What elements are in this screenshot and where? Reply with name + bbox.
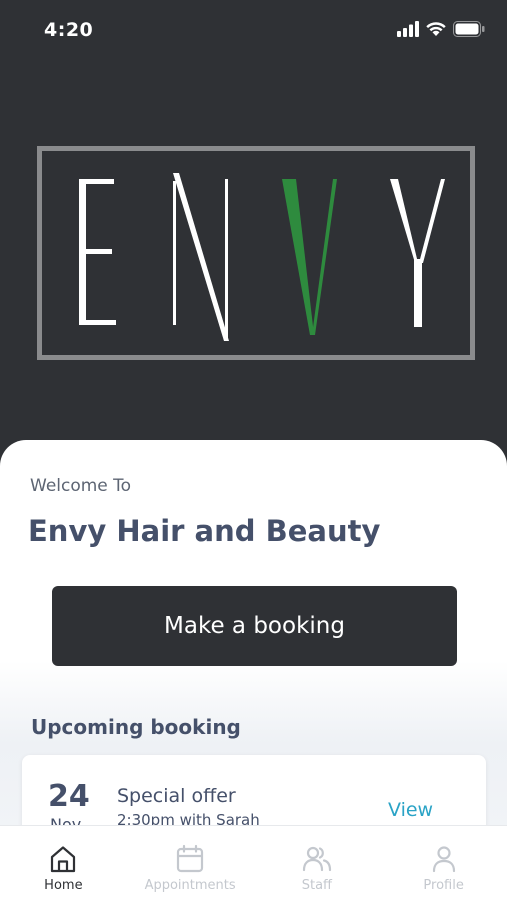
tab-appointments-label: Appointments (144, 878, 236, 893)
logo-letter-y (390, 179, 445, 327)
envy-logo (37, 146, 475, 360)
booking-day: 24 (48, 779, 90, 814)
make-booking-button[interactable]: Make a booking (52, 586, 457, 666)
tab-bar: Home Appointments Staff Profile (0, 825, 507, 900)
status-bar: 4:20 (0, 0, 507, 62)
tab-staff-label: Staff (301, 878, 333, 893)
users-icon (302, 846, 331, 872)
logo-letter-v (282, 179, 337, 335)
tab-home[interactable]: Home (0, 826, 127, 900)
tab-staff[interactable]: Staff (254, 826, 381, 900)
tab-profile-label: Profile (423, 878, 464, 893)
status-time: 4:20 (44, 19, 94, 41)
booking-title: Special offer (117, 785, 236, 807)
signal-icon (397, 21, 419, 41)
home-icon (51, 846, 76, 873)
welcome-text: Welcome To (30, 476, 132, 496)
wifi-icon (425, 21, 447, 41)
battery-icon (453, 21, 485, 41)
status-icons (397, 21, 485, 41)
calendar-icon (177, 844, 204, 873)
salon-name: Envy Hair and Beauty (28, 514, 381, 548)
tab-home-label: Home (44, 878, 83, 893)
logo-letter-n (173, 173, 229, 341)
upcoming-booking-title: Upcoming booking (31, 715, 241, 739)
user-icon (432, 846, 455, 873)
tab-profile[interactable]: Profile (380, 826, 507, 900)
app-screen: 4:20 Welcome To Envy Hair and Beauty Mak… (0, 0, 507, 900)
logo-letter-e (79, 179, 116, 325)
view-booking-link[interactable]: View (388, 799, 433, 821)
tab-appointments[interactable]: Appointments (127, 826, 254, 900)
